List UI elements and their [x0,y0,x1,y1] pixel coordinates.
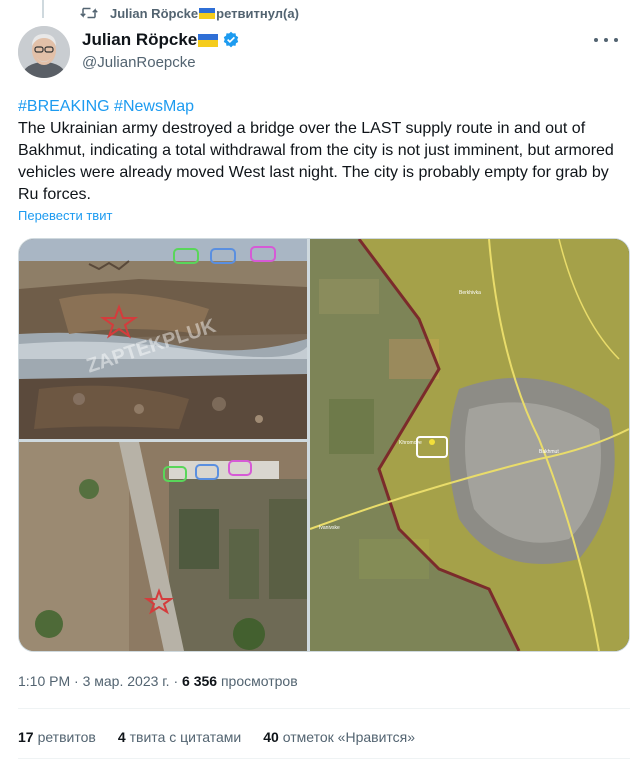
tweet-time[interactable]: 1:10 PM [18,673,70,689]
thread-line [42,0,44,18]
quotes-stat[interactable]: 4 твита с цитатами [118,729,241,745]
tweet-body: The Ukrainian army destroyed a bridge ov… [18,120,614,203]
likes-stat[interactable]: 40 отметок «Нравится» [263,729,415,745]
likes-count: 40 [263,729,279,745]
media-grid[interactable]: ZAPTEKPLUK Berkhivka Khromove Bakhmut Iv… [18,238,630,652]
translate-tweet-link[interactable]: Перевести твит [18,208,112,223]
bakhmut-map[interactable]: Berkhivka Khromove Bakhmut Ivanivske [310,239,629,651]
avatar-image [18,26,70,78]
retweets-label: ретвитов [37,729,96,745]
bridge-photo[interactable]: ZAPTEKPLUK [19,239,307,439]
dot-icon [614,38,618,42]
retweet-icon [80,7,98,19]
tweet-metadata: 1:10 PM · 3 мар. 2023 г. · 6 356 просмот… [18,673,298,689]
svg-text:Berkhivka: Berkhivka [459,290,481,296]
ukraine-flag-icon [198,33,219,47]
media-images: ZAPTEKPLUK Berkhivka Khromove Bakhmut Iv… [19,239,629,651]
retweeter-name[interactable]: Julian Röpcke [110,6,198,21]
engagement-stats: 17 ретвитов 4 твита с цитатами 40 отметок «… [18,729,437,745]
retweets-count: 17 [18,729,34,745]
retweets-stat[interactable]: 17 ретвитов [18,729,96,745]
ukraine-flag-icon [199,7,216,19]
divider [18,758,630,759]
hashtag-link[interactable]: #NewsMap [114,98,194,115]
dot-icon [604,38,608,42]
satellite-closeup[interactable] [19,442,307,651]
views-label: просмотров [220,673,298,689]
svg-text:Ivanivske: Ivanivske [319,525,340,531]
more-options-button[interactable] [594,30,618,50]
svg-text:Khromove: Khromove [399,440,422,446]
svg-text:Bakhmut: Bakhmut [539,449,559,455]
hashtag-link[interactable]: #BREAKING [18,98,110,115]
dot-icon [594,38,598,42]
author-name-text: Julian Röpcke [82,30,198,49]
separator: · [169,673,183,689]
tweet-date[interactable]: 3 мар. 2023 г. [83,673,170,689]
quotes-count: 4 [117,729,126,745]
likes-label: отметок «Нравится» [282,729,416,745]
divider [18,708,630,709]
retweet-indicator[interactable]: Julian Röpcke ретвитнул(а) [80,5,299,21]
separator: · [70,673,83,689]
author-handle[interactable]: @JulianRoepcke [82,54,196,71]
author-name[interactable]: Julian Röpcke [82,30,240,50]
quotes-label: твита с цитатами [129,729,242,745]
verified-badge-icon [224,31,239,48]
avatar[interactable] [18,26,70,78]
views-count: 6 356 [182,673,218,689]
tweet-text: #BREAKING #NewsMap The Ukrainian army de… [18,96,628,206]
retweet-suffix: ретвитнул(а) [216,5,299,21]
